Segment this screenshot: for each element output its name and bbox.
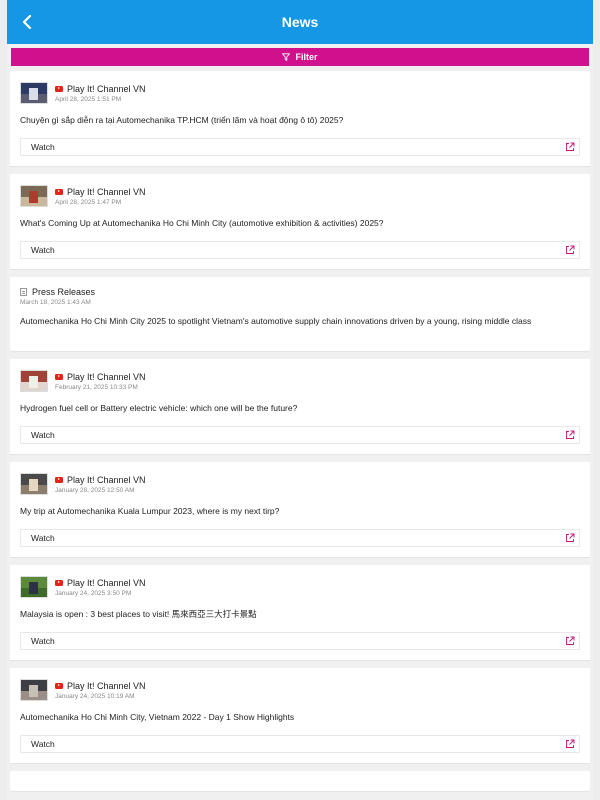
news-title: Chuyện gì sắp diễn ra tại Automechanika … — [20, 115, 344, 125]
youtube-icon — [55, 579, 63, 586]
chevron-left-icon — [22, 15, 32, 29]
video-thumbnail[interactable] — [20, 679, 48, 701]
video-thumbnail[interactable] — [20, 576, 48, 598]
page-title: News — [281, 14, 319, 30]
news-title[interactable]: Automechanika Ho Chi Minh City 2025 to s… — [20, 316, 580, 327]
watch-button[interactable]: Watch — [20, 138, 580, 156]
watch-button[interactable]: Watch — [20, 529, 580, 547]
source-name: Play It! Channel VN — [67, 186, 146, 197]
source-name: Play It! Channel VN — [67, 371, 146, 382]
watch-label: Watch — [31, 245, 55, 255]
post-date: January 28, 2025 12:50 AM — [55, 486, 135, 494]
youtube-icon — [55, 373, 63, 380]
funnel-icon — [282, 53, 291, 61]
news-card: Press Releases March 18, 2025 1:43 AM Au… — [10, 277, 590, 352]
source-name: Play It! Channel VN — [67, 577, 146, 588]
news-title: My trip at Automechanika Kuala Lumpur 20… — [20, 506, 280, 516]
external-link-icon — [566, 430, 575, 439]
video-thumbnail[interactable] — [20, 370, 48, 392]
post-date: March 18, 2025 1:43 AM — [20, 299, 91, 306]
watch-button[interactable]: Watch — [20, 735, 580, 753]
news-card: Play It! Channel VN April 28, 2025 1:51 … — [10, 71, 590, 167]
external-link-icon — [566, 636, 575, 645]
post-date: January 24, 2025 10:19 AM — [55, 692, 135, 700]
watch-label: Watch — [31, 533, 55, 543]
news-feed: Play It! Channel VN April 28, 2025 1:51 … — [7, 66, 593, 792]
source-name: Press Releases — [32, 287, 96, 297]
news-card: Play It! Channel VN January 24, 2025 3:5… — [10, 565, 590, 661]
post-date: April 28, 2025 1:51 PM — [55, 95, 122, 103]
source-name: Play It! Channel VN — [67, 680, 146, 691]
watch-label: Watch — [31, 739, 55, 749]
watch-label: Watch — [31, 430, 55, 440]
news-title: What's Coming Up at Automechanika Ho Chi… — [20, 218, 384, 228]
watch-button[interactable]: Watch — [20, 426, 580, 444]
external-link-icon — [566, 533, 575, 542]
filter-button[interactable]: Filter — [11, 48, 589, 66]
external-link-icon — [566, 142, 575, 151]
post-date: January 24, 2025 3:50 PM — [55, 589, 132, 597]
youtube-icon — [55, 682, 63, 689]
watch-button[interactable]: Watch — [20, 632, 580, 650]
news-card: Play It! Channel VN February 21, 2025 10… — [10, 359, 590, 455]
source-name: Play It! Channel VN — [67, 474, 146, 485]
external-link-icon — [566, 739, 575, 748]
youtube-icon — [55, 476, 63, 483]
youtube-icon — [55, 85, 63, 92]
news-title: Hydrogen fuel cell or Battery electric v… — [20, 403, 298, 413]
external-link-icon — [566, 245, 575, 254]
back-button[interactable] — [15, 10, 39, 34]
watch-label: Watch — [31, 636, 55, 646]
youtube-icon — [55, 188, 63, 195]
video-thumbnail[interactable] — [20, 185, 48, 207]
top-bar: News — [7, 0, 593, 44]
news-card: Play It! Channel VN January 28, 2025 12:… — [10, 462, 590, 558]
news-title: Automechanika Ho Chi Minh City, Vietnam … — [20, 712, 295, 722]
news-card: Play It! Channel VN April 28, 2025 1:47 … — [10, 174, 590, 270]
source-name: Play It! Channel VN — [67, 83, 146, 94]
post-date: April 28, 2025 1:47 PM — [55, 198, 122, 206]
filter-label: Filter — [295, 52, 318, 62]
news-title: Malaysia is open : 3 best places to visi… — [20, 609, 257, 619]
post-date: February 21, 2025 10:33 PM — [55, 383, 138, 391]
video-thumbnail[interactable] — [20, 473, 48, 495]
news-card-partial — [10, 771, 590, 792]
watch-label: Watch — [31, 142, 55, 152]
video-thumbnail[interactable] — [20, 82, 48, 104]
document-icon — [20, 288, 27, 296]
news-card: Play It! Channel VN January 24, 2025 10:… — [10, 668, 590, 764]
watch-button[interactable]: Watch — [20, 241, 580, 259]
app-frame: News Filter Play It! Channel VN April 28… — [7, 0, 593, 800]
